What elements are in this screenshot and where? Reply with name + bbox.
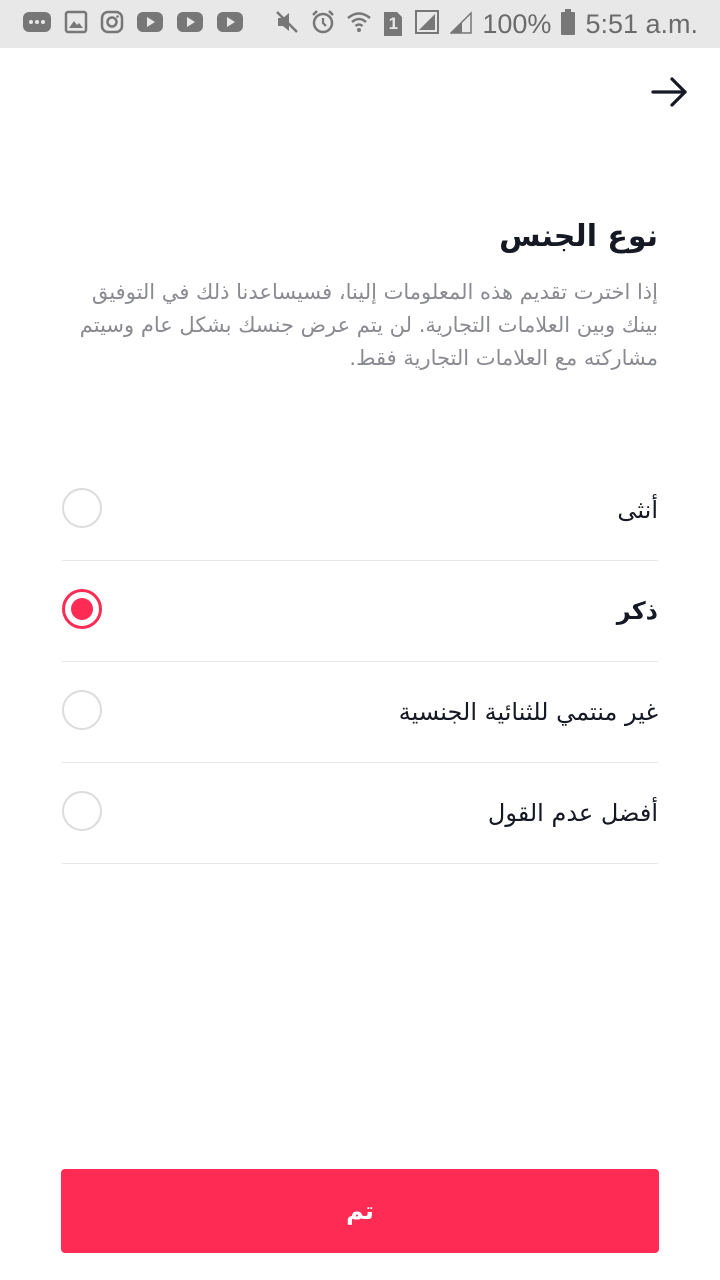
gallery-icon — [64, 10, 88, 38]
wifi-icon — [346, 9, 372, 39]
radio-button[interactable] — [62, 690, 102, 730]
sim-icon: 1 — [382, 10, 404, 38]
youtube-icon — [176, 11, 204, 37]
notification-icons — [22, 10, 244, 38]
battery-icon — [561, 9, 576, 39]
signal-icon — [449, 10, 473, 38]
option-label: غير منتمي للثنائية الجنسية — [398, 698, 658, 726]
battery-percentage: 100% — [482, 9, 552, 39]
clock: 5:51 a.m. — [585, 9, 698, 39]
arrow-right-icon — [651, 77, 687, 107]
system-icons: 1 100% 5:51 a.m. — [274, 8, 698, 40]
signal-icon — [414, 9, 440, 39]
back-button[interactable] — [650, 72, 690, 112]
instagram-icon — [100, 10, 124, 38]
option-label: ذكر — [616, 597, 658, 625]
radio-button[interactable] — [62, 589, 102, 629]
radio-button[interactable] — [62, 488, 102, 528]
option-non-binary[interactable]: غير منتمي للثنائية الجنسية — [62, 662, 658, 763]
alarm-icon — [310, 9, 336, 39]
option-label: أنثى — [617, 496, 658, 524]
youtube-icon — [216, 11, 244, 37]
page-description: إذا اخترت تقديم هذه المعلومات إلينا، فسي… — [79, 280, 658, 370]
gender-options-list: أنثى ذكر غير منتمي للثنائية الجنسية أفضل… — [62, 460, 658, 864]
option-male[interactable]: ذكر — [62, 561, 658, 662]
gender-selection-screen: 1 100% 5:51 a.m. نوع الجنس إذا اخترت تقد… — [0, 0, 720, 1280]
status-bar: 1 100% 5:51 a.m. — [0, 0, 720, 48]
youtube-icon — [136, 11, 164, 37]
option-label: أفضل عدم القول — [487, 799, 658, 827]
more-icon — [22, 11, 52, 37]
option-female[interactable]: أنثى — [62, 460, 658, 561]
sim-slot-number: 1 — [388, 14, 399, 33]
radio-button[interactable] — [62, 791, 102, 831]
done-button[interactable]: تم — [61, 1169, 659, 1253]
option-prefer-not-to-say[interactable]: أفضل عدم القول — [62, 763, 658, 864]
radio-dot — [71, 598, 93, 620]
mute-icon — [274, 9, 300, 39]
page-title: نوع الجنس — [499, 219, 658, 254]
